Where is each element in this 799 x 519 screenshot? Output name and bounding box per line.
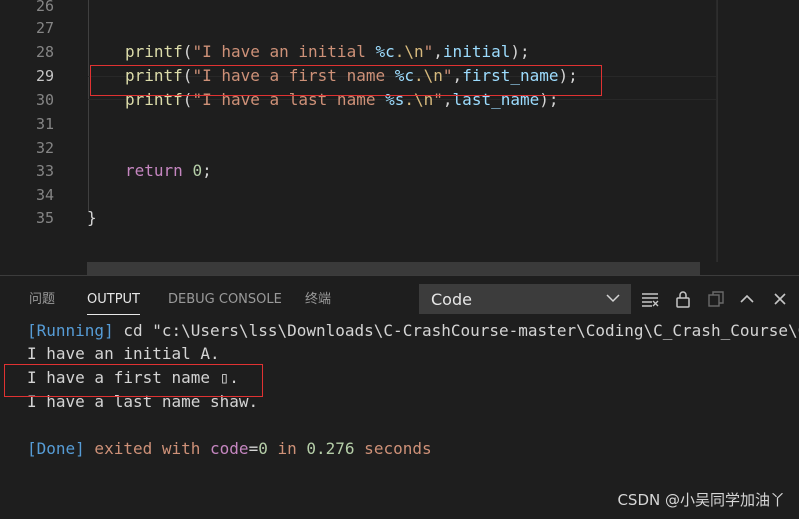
close-icon[interactable] [770, 289, 790, 309]
line-number: 29 [35, 67, 54, 85]
code-line: 31 [0, 112, 716, 136]
lock-icon[interactable] [673, 289, 693, 309]
code-text[interactable]: return 0; [125, 159, 212, 183]
line-number: 28 [35, 43, 54, 61]
line-number: 32 [35, 139, 54, 157]
highlight-box [4, 364, 263, 397]
horizontal-scrollbar[interactable] [87, 262, 700, 275]
line-number: 33 [35, 162, 54, 180]
panel-tabs: 问题 OUTPUT DEBUG CONSOLE 终端 Code [0, 276, 799, 320]
tab-terminal[interactable]: 终端 [305, 290, 331, 310]
code-line: 32 [0, 136, 716, 160]
code-line: 28 printf("I have an initial %c.\n",init… [0, 40, 716, 64]
code-text[interactable]: } [87, 206, 97, 230]
watermark: CSDN @小吴同学加油丫 [617, 491, 785, 509]
clear-output-icon[interactable] [640, 289, 660, 309]
tab-problems[interactable]: 问题 [29, 290, 55, 310]
code-line: 33 return 0; [0, 159, 716, 183]
chevron-down-icon [606, 294, 620, 303]
code-line: 27 [0, 16, 716, 40]
code-line: 35 } [0, 206, 716, 230]
tab-debug-console[interactable]: DEBUG CONSOLE [168, 290, 282, 310]
output-line-running: [Running] cd "c:\Users\lss\Downloads\C-C… [27, 321, 799, 340]
code-text[interactable]: printf("I have an initial %c.\n",initial… [125, 40, 530, 64]
minimap[interactable] [716, 0, 799, 262]
line-number: 34 [35, 186, 54, 204]
code-editor[interactable]: 26 27 28 printf("I have an initial %c.\n… [0, 0, 799, 275]
output-channel-value: Code [431, 290, 472, 309]
output-line: I have an initial A. [27, 344, 220, 363]
line-number: 27 [35, 19, 54, 37]
highlight-box [90, 65, 602, 96]
output-channel-select[interactable]: Code [419, 284, 631, 314]
output-line-done: [Done] exited with code=0 in 0.276 secon… [27, 439, 432, 458]
tab-output[interactable]: OUTPUT [87, 290, 140, 315]
chevron-up-icon[interactable] [737, 289, 757, 309]
code-line: 34 [0, 183, 716, 207]
line-number: 35 [35, 209, 54, 227]
line-number: 30 [35, 91, 54, 109]
line-number: 31 [35, 115, 54, 133]
copy-icon[interactable] [706, 289, 726, 309]
bottom-panel: 问题 OUTPUT DEBUG CONSOLE 终端 Code [Running… [0, 275, 799, 519]
